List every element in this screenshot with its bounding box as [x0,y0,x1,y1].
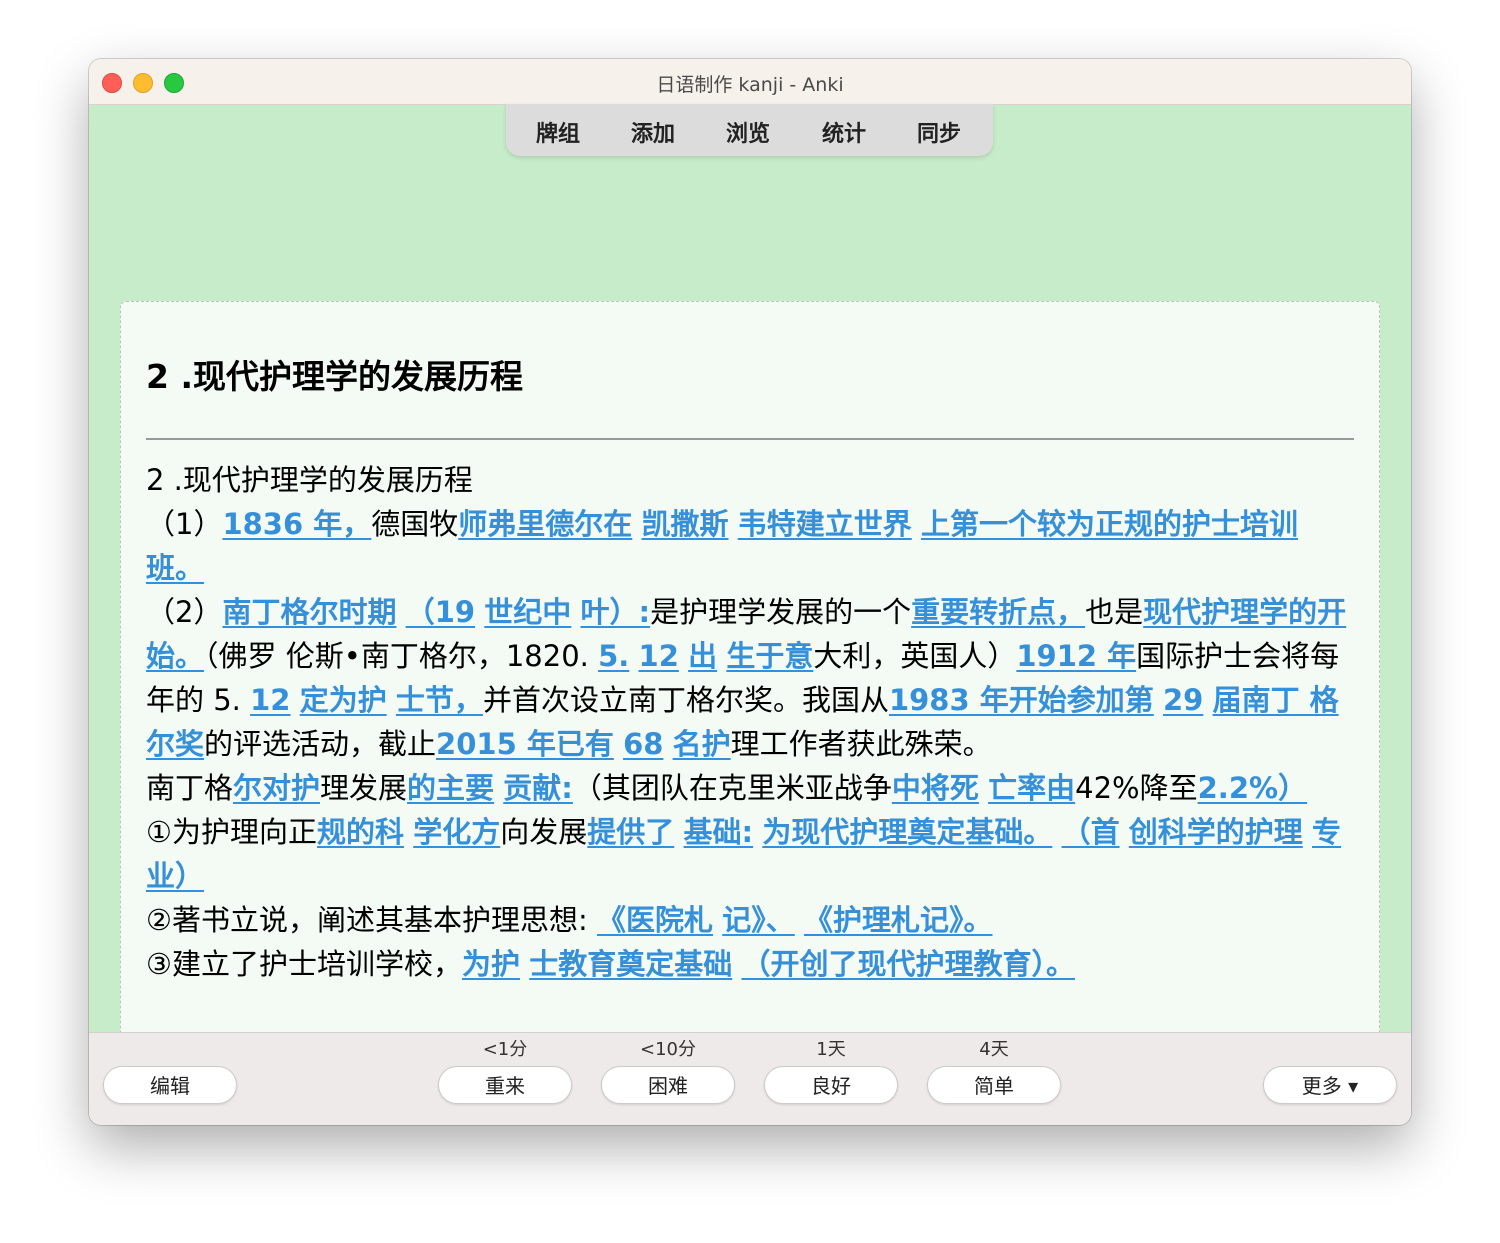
answer-link[interactable]: 2015 年已有 [436,727,614,761]
answer-link[interactable]: 中将死 [892,771,979,805]
answer-link[interactable]: 尔对护 [233,771,320,805]
answer-link[interactable]: 68 [623,727,663,761]
window-title: 日语制作 kanji - Anki [656,74,844,96]
answer-link[interactable]: （19 [406,595,475,629]
answer-link[interactable]: 2.2%） [1198,771,1307,805]
again-interval: <1分 [482,1039,528,1060]
hard-button[interactable]: 困难 [601,1066,735,1104]
answer-divider [146,438,1354,440]
answer-link[interactable]: 南丁格尔时期 [222,595,396,629]
answer-link[interactable]: 学化方 [413,815,500,849]
answer-link[interactable]: 出 [688,639,717,673]
answer-link[interactable]: 为现代护理奠定基础。 [762,815,1052,849]
answer-link[interactable]: 规的科 [317,815,404,849]
answer-link[interactable]: 12 [639,639,679,673]
answer-link[interactable]: （开创了现代护理教育）。 [741,947,1075,981]
card-front-title: 2 .现代护理学的发展历程 [146,357,523,396]
answer-link[interactable]: 记》、 [722,903,795,937]
answer-paragraph-6: ③建立了护士培训学校，为护 士教育奠定基础 （开创了现代护理教育）。 [146,947,1075,981]
answer-link[interactable]: 5. [598,639,629,673]
good-button[interactable]: 良好 [764,1066,898,1104]
answer-link[interactable]: 凯撒斯 [642,507,729,541]
answer-link[interactable]: 师弗里德尔在 [458,507,632,541]
toolbar-sync-button[interactable]: 同步 [917,116,961,148]
toolbar-decks-button[interactable]: 牌组 [536,116,580,148]
again-button[interactable]: 重来 [438,1066,572,1104]
answer-link[interactable]: 重要转折点， [911,595,1085,629]
answer-link[interactable]: 贡献: [503,771,573,805]
main-toolbar: 牌组 添加 浏览 统计 同步 [506,104,993,156]
hard-interval: <10分 [640,1039,696,1060]
easy-button[interactable]: 简单 [927,1066,1061,1104]
answer-link[interactable]: 名护 [673,727,731,761]
answer-link[interactable]: 世纪中 [484,595,571,629]
answer-link[interactable]: （首 [1062,815,1120,849]
answer-paragraph-4: ①为护理向正规的科 学化方向发展提供了 基础: 为现代护理奠定基础。 （首 创科… [146,815,1342,893]
answer-link[interactable]: 定为护 [300,683,387,717]
answer-link[interactable]: 1983 年开始参加第 [889,683,1154,717]
review-card: 2 .现代护理学的发展历程 2 .现代护理学的发展历程 （1）1836 年，德国… [120,301,1380,1062]
answer-link[interactable]: 士教育奠定基础 [529,947,732,981]
answer-link[interactable]: 为护 [462,947,520,981]
review-bottom-bar: 编辑 <1分 重来 <10分 困难 1天 良好 4天 简单 更多 ▾ [89,1032,1411,1125]
toolbar-browse-button[interactable]: 浏览 [726,116,770,148]
answer-link[interactable]: 叶）: [581,595,651,629]
answer-link[interactable]: 创科学的护理 [1129,815,1303,849]
answer-heading: 2 .现代护理学的发展历程 [146,463,473,497]
answer-link[interactable]: 《护理札记》。 [804,903,993,937]
answer-link[interactable]: 1912 年 [1016,639,1136,673]
anki-window: 日语制作 kanji - Anki 牌组 添加 浏览 统计 同步 2 .现代护理… [89,59,1411,1125]
answer-link[interactable]: 生于意 [726,639,813,673]
toolbar-stats-button[interactable]: 统计 [822,116,866,148]
answer-link[interactable]: 士节， [396,683,483,717]
easy-interval: 4天 [979,1039,1009,1060]
title-bar: 日语制作 kanji - Anki [89,59,1411,105]
answer-link[interactable]: 韦特建立世界 [738,507,912,541]
answer-paragraph-3: 南丁格尔对护理发展的主要 贡献:（其团队在克里米亚战争中将死 亡率由42%降至2… [146,771,1308,805]
more-menu-button[interactable]: 更多 ▾ [1263,1066,1397,1104]
answer-link[interactable]: 的主要 [407,771,494,805]
good-interval: 1天 [816,1039,846,1060]
answer-link[interactable]: 基础: [684,815,754,849]
answer-link[interactable]: 1836 年， [222,507,371,541]
toolbar-add-button[interactable]: 添加 [631,116,675,148]
card-answer: 2 .现代护理学的发展历程 （1）1836 年，德国牧师弗里德尔在 凯撒斯 韦特… [146,458,1354,986]
answer-paragraph-1: （1）1836 年，德国牧师弗里德尔在 凯撒斯 韦特建立世界 上第一个较为正规的… [146,507,1298,585]
answer-link[interactable]: 《医院札 [597,903,713,937]
answer-paragraph-2: （2）南丁格尔时期 （19 世纪中 叶）:是护理学发展的一个重要转折点，也是现代… [146,595,1347,761]
answer-link[interactable]: 提供了 [587,815,674,849]
answer-link[interactable]: 29 [1163,683,1203,717]
answer-link[interactable]: 亡率由 [988,771,1075,805]
edit-button[interactable]: 编辑 [103,1066,237,1104]
answer-link[interactable]: 12 [250,683,290,717]
answer-paragraph-5: ②著书立说，阐述其基本护理思想: 《医院札 记》、 《护理札记》。 [146,903,993,937]
